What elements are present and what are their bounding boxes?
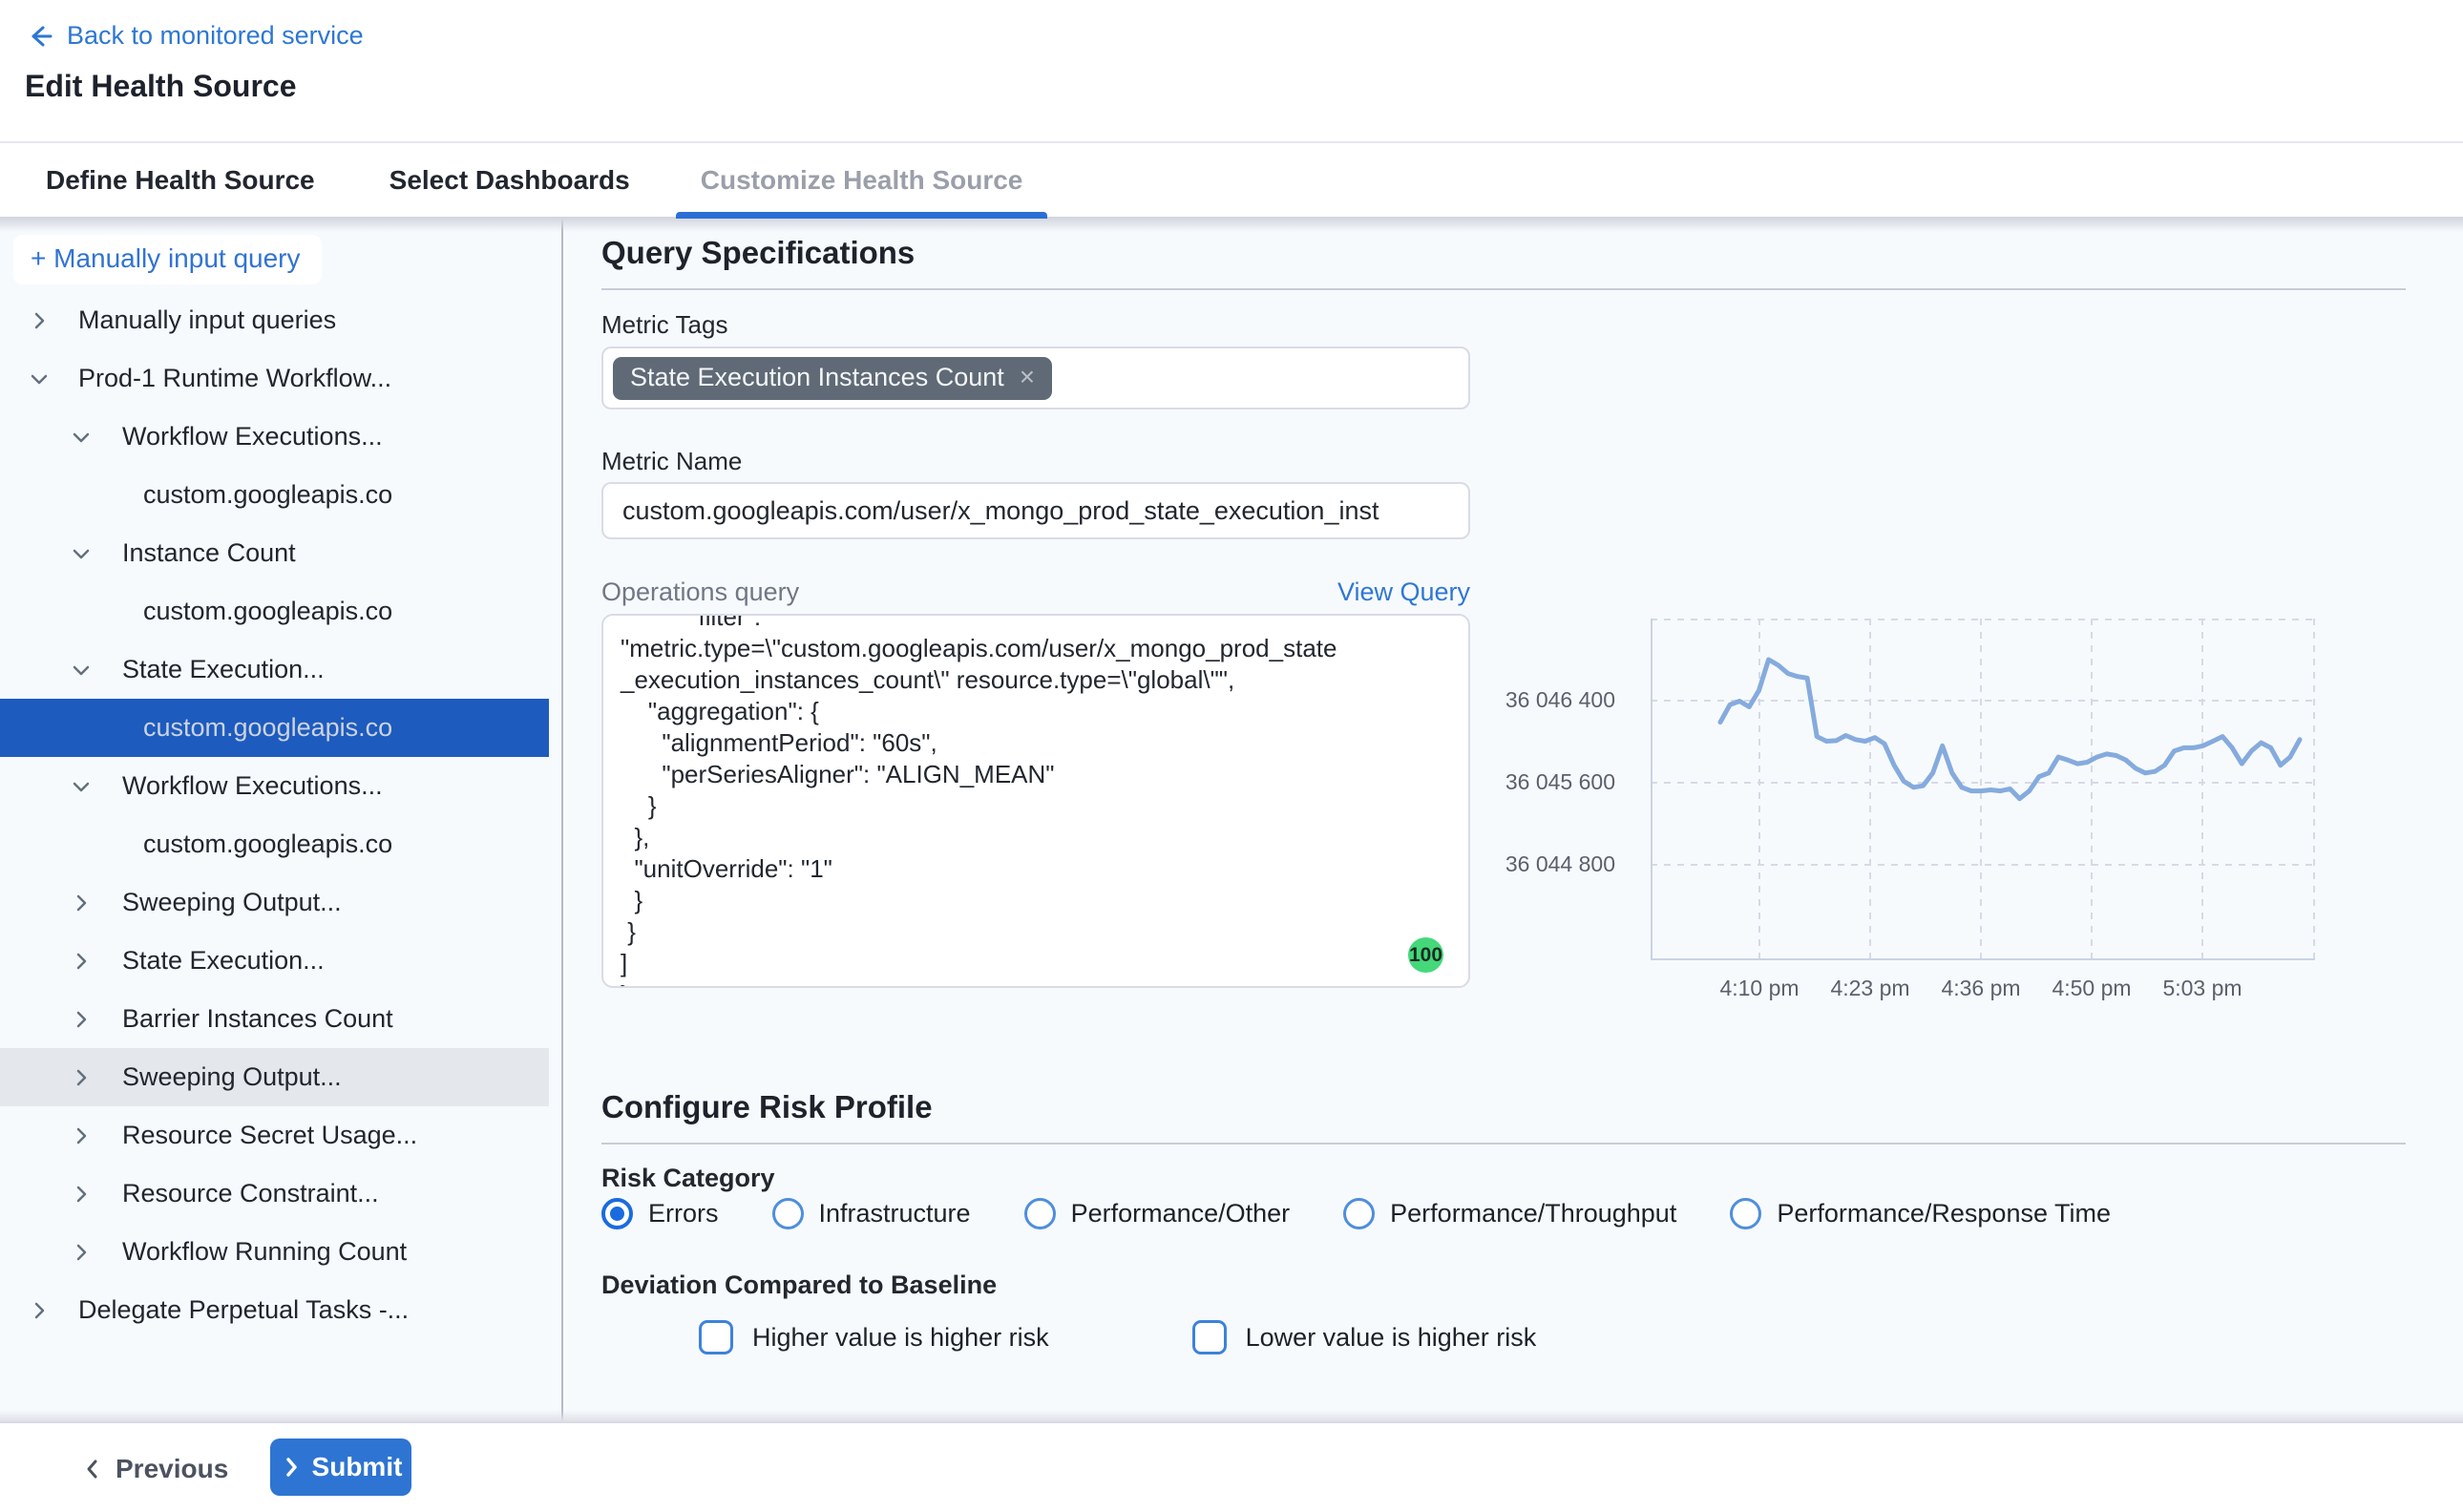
metric-tags-input[interactable]: State Execution Instances Count × [601, 346, 1470, 410]
radio-selected-icon [601, 1198, 633, 1229]
chevron-right-icon[interactable] [69, 891, 94, 915]
checkbox-higher-value[interactable]: Higher value is higher risk [699, 1320, 1049, 1354]
radio-icon [1730, 1198, 1761, 1229]
metric-tag-chip: State Execution Instances Count × [613, 357, 1052, 400]
remove-tag-icon[interactable]: × [1020, 364, 1035, 390]
tree-item-metric-leaf-3[interactable]: custom.googleapis.co [0, 815, 549, 873]
chevron-right-icon[interactable] [69, 1124, 94, 1148]
previous-button[interactable]: Previous [81, 1440, 228, 1498]
tab-define-health-source[interactable]: Define Health Source [21, 143, 340, 217]
tree-item-workflow-executions-1[interactable]: Workflow Executions... [0, 408, 549, 466]
risk-category-radio-group: Errors Infrastructure Performance/Other … [601, 1198, 2111, 1229]
checkbox-icon [699, 1320, 733, 1354]
chevron-right-icon[interactable] [69, 1007, 94, 1032]
chevron-right-icon[interactable] [27, 308, 52, 333]
chart-x-axis: 4:10 pm4:23 pm4:36 pm4:50 pm5:03 pm [1651, 976, 2315, 1008]
tree-item-instance-count[interactable]: Instance Count [0, 524, 549, 582]
chevron-down-icon[interactable] [69, 774, 94, 799]
chevron-down-icon[interactable] [69, 425, 94, 450]
tree-item-metric-leaf-2[interactable]: custom.googleapis.co [0, 582, 549, 640]
radio-icon [1343, 1198, 1375, 1229]
wizard-tabs: Define Health Source Select Dashboards C… [0, 141, 2463, 219]
deviation-label: Deviation Compared to Baseline [601, 1270, 997, 1300]
chart-line [1720, 660, 2300, 799]
tree-item-resource-secret-usage[interactable]: Resource Secret Usage... [0, 1106, 549, 1165]
tree-item-resource-constraint[interactable]: Resource Constraint... [0, 1165, 549, 1223]
page-header: Back to monitored service Edit Health So… [0, 0, 2463, 141]
chart-plot [1651, 619, 2315, 960]
tree-item-workflow-executions-2[interactable]: Workflow Executions... [0, 757, 549, 815]
chevron-down-icon[interactable] [69, 658, 94, 682]
x-axis-tick-label: 5:03 pm [2136, 976, 2269, 1001]
tree-item-delegate-perpetual-tasks[interactable]: Delegate Perpetual Tasks -... [0, 1281, 549, 1339]
query-tree-sidebar: + Manually input query Manually input qu… [0, 219, 563, 1421]
tree-item-metric-leaf-selected[interactable]: custom.googleapis.co [0, 699, 549, 757]
tree-item-workflow-running-count[interactable]: Workflow Running Count [0, 1223, 549, 1281]
radio-performance-throughput[interactable]: Performance/Throughput [1343, 1198, 1676, 1229]
tab-customize-health-source[interactable]: Customize Health Source [676, 143, 1048, 217]
operations-query-text: "filter": "metric.type=\"custom.googleap… [603, 614, 1468, 988]
radio-infrastructure[interactable]: Infrastructure [772, 1198, 971, 1229]
section-title-query-specifications: Query Specifications [601, 235, 915, 271]
radio-icon [772, 1198, 804, 1229]
query-specifications-panel: Query Specifications Metric Tags State E… [563, 219, 2463, 1421]
tree-item-manually-input-queries[interactable]: Manually input queries [0, 291, 549, 349]
tree-item-barrier-instances-count[interactable]: Barrier Instances Count [0, 990, 549, 1048]
metric-preview-chart: 36 046 400 36 045 600 36 044 800 4:10 pm4:… [1442, 619, 2463, 1019]
radio-errors[interactable]: Errors [601, 1198, 719, 1229]
back-arrow-icon [25, 22, 53, 51]
operations-query-editor[interactable]: "filter": "metric.type=\"custom.googleap… [601, 614, 1470, 988]
chart-y-axis: 36 046 400 36 045 600 36 044 800 [1442, 619, 1623, 960]
y-axis-tick-label: 36 046 400 [1442, 687, 1615, 713]
chevron-right-icon [280, 1456, 303, 1479]
radio-icon [1024, 1198, 1056, 1229]
add-query-button[interactable]: + Manually input query [13, 235, 322, 284]
risk-category-label: Risk Category [601, 1164, 775, 1193]
tree-item-state-execution-2[interactable]: State Execution... [0, 932, 549, 990]
metric-tags-label: Metric Tags [601, 310, 727, 340]
section-divider [601, 288, 2406, 290]
tree-item-sweeping-output-2[interactable]: Sweeping Output... [0, 1048, 549, 1106]
chevron-right-icon[interactable] [27, 1298, 52, 1323]
tree-item-metric-leaf-1[interactable]: custom.googleapis.co [0, 466, 549, 524]
metric-tag-label: State Execution Instances Count [630, 363, 1004, 392]
back-link[interactable]: Back to monitored service [25, 21, 364, 51]
y-axis-tick-label: 36 044 800 [1442, 851, 1615, 877]
back-link-label: Back to monitored service [67, 21, 364, 51]
metric-name-label: Metric Name [601, 447, 742, 476]
content-area: + Manually input query Manually input qu… [0, 219, 2463, 1421]
checkbox-lower-value[interactable]: Lower value is higher risk [1192, 1320, 1537, 1354]
radio-performance-other[interactable]: Performance/Other [1024, 1198, 1291, 1229]
chevron-down-icon[interactable] [69, 541, 94, 566]
section-divider [601, 1143, 2406, 1144]
chevron-right-icon[interactable] [69, 1240, 94, 1265]
y-axis-tick-label: 36 045 600 [1442, 769, 1615, 795]
operations-query-label: Operations query [601, 578, 799, 607]
metric-name-input[interactable] [601, 482, 1470, 539]
query-score-badge: 100 [1408, 937, 1443, 973]
tree-item-state-execution-1[interactable]: State Execution... [0, 640, 549, 699]
tab-select-dashboards[interactable]: Select Dashboards [365, 143, 655, 217]
tree-item-sweeping-output-1[interactable]: Sweeping Output... [0, 873, 549, 932]
checkbox-icon [1192, 1320, 1227, 1354]
submit-button[interactable]: Submit [270, 1438, 411, 1496]
page-title: Edit Health Source [25, 69, 297, 104]
chevron-down-icon[interactable] [27, 367, 52, 391]
view-query-link[interactable]: View Query [1193, 578, 1470, 607]
deviation-checkbox-group: Higher value is higher risk Lower value … [699, 1320, 1536, 1354]
tree-item-prod1-runtime-workflow[interactable]: Prod-1 Runtime Workflow... [0, 349, 549, 408]
wizard-footer: Previous Submit [0, 1421, 2463, 1512]
query-tree: Manually input queries Prod-1 Runtime Wo… [0, 291, 561, 1339]
chevron-right-icon[interactable] [69, 1182, 94, 1207]
section-title-configure-risk-profile: Configure Risk Profile [601, 1089, 933, 1125]
chevron-right-icon[interactable] [69, 1065, 94, 1090]
edit-health-source-page: Back to monitored service Edit Health So… [0, 0, 2463, 1512]
chevron-right-icon[interactable] [69, 949, 94, 974]
chevron-left-icon [81, 1458, 104, 1480]
radio-performance-response-time[interactable]: Performance/Response Time [1730, 1198, 2111, 1229]
